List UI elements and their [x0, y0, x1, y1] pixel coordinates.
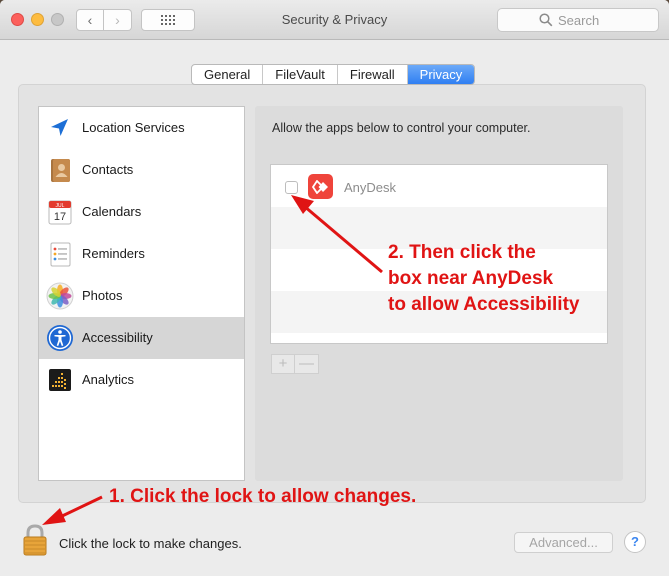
calendar-icon: JUL 17	[48, 200, 72, 225]
sidebar-item-label: Analytics	[82, 372, 135, 387]
app-name: AnyDesk	[344, 180, 397, 195]
privacy-category-list: Location Services Contacts JUL 17 Calend…	[38, 106, 245, 481]
analytics-icon	[49, 369, 71, 391]
svg-text:17: 17	[54, 211, 66, 223]
sidebar-item-label: Photos	[82, 288, 123, 303]
remove-app-button[interactable]: —	[295, 354, 319, 374]
sidebar-item-location-services[interactable]: Location Services	[39, 107, 244, 149]
advanced-button[interactable]: Advanced...	[514, 532, 613, 553]
anydesk-checkbox[interactable]	[285, 181, 298, 194]
tab-privacy[interactable]: Privacy	[407, 65, 475, 84]
sidebar-item-label: Calendars	[82, 204, 142, 219]
sidebar-item-calendars[interactable]: JUL 17 Calendars	[39, 191, 244, 233]
accessibility-icon	[47, 325, 73, 351]
svg-text:JUL: JUL	[56, 203, 65, 209]
search-field[interactable]: Search	[497, 8, 659, 32]
contacts-book-icon	[51, 159, 70, 182]
tab-bar: General FileVault Firewall Privacy	[191, 64, 476, 85]
tab-filevault[interactable]: FileVault	[263, 65, 338, 84]
location-arrow-icon	[51, 119, 68, 136]
sidebar-item-analytics[interactable]: Analytics	[39, 359, 244, 401]
sidebar-item-label: Contacts	[82, 162, 134, 177]
anydesk-icon	[308, 174, 333, 199]
sidebar-item-reminders[interactable]: Reminders	[39, 233, 244, 275]
help-button[interactable]: ?	[624, 531, 646, 553]
lock-status-text: Click the lock to make changes.	[59, 536, 242, 551]
sidebar-item-label: Accessibility	[82, 330, 153, 345]
tab-general[interactable]: General	[192, 65, 264, 84]
title-bar: ‹ › Security & Privacy Search	[0, 0, 669, 40]
reminders-list-icon	[50, 242, 71, 267]
lock-icon[interactable]	[22, 524, 48, 556]
sidebar-item-label: Reminders	[82, 246, 145, 261]
add-remove-buttons: + —	[271, 354, 319, 374]
accessibility-instruction: Allow the apps below to control your com…	[272, 121, 531, 135]
sidebar-item-photos[interactable]: Photos	[39, 275, 244, 317]
tab-firewall[interactable]: Firewall	[338, 65, 408, 84]
sidebar-item-accessibility[interactable]: Accessibility	[39, 317, 244, 359]
photos-flower-icon	[46, 282, 74, 310]
search-icon	[539, 13, 553, 27]
annotation-step-2: 2. Then click the box near AnyDesk to al…	[388, 242, 580, 315]
preferences-window: ‹ › Security & Privacy Search General Fi…	[0, 0, 669, 576]
sidebar-item-contacts[interactable]: Contacts	[39, 149, 244, 191]
annotation-step-1: 1. Click the lock to allow changes.	[109, 486, 417, 507]
app-row-anydesk[interactable]: AnyDesk	[271, 165, 607, 207]
sidebar-item-label: Location Services	[82, 120, 185, 135]
search-placeholder: Search	[558, 13, 600, 28]
add-app-button[interactable]: +	[271, 354, 295, 374]
